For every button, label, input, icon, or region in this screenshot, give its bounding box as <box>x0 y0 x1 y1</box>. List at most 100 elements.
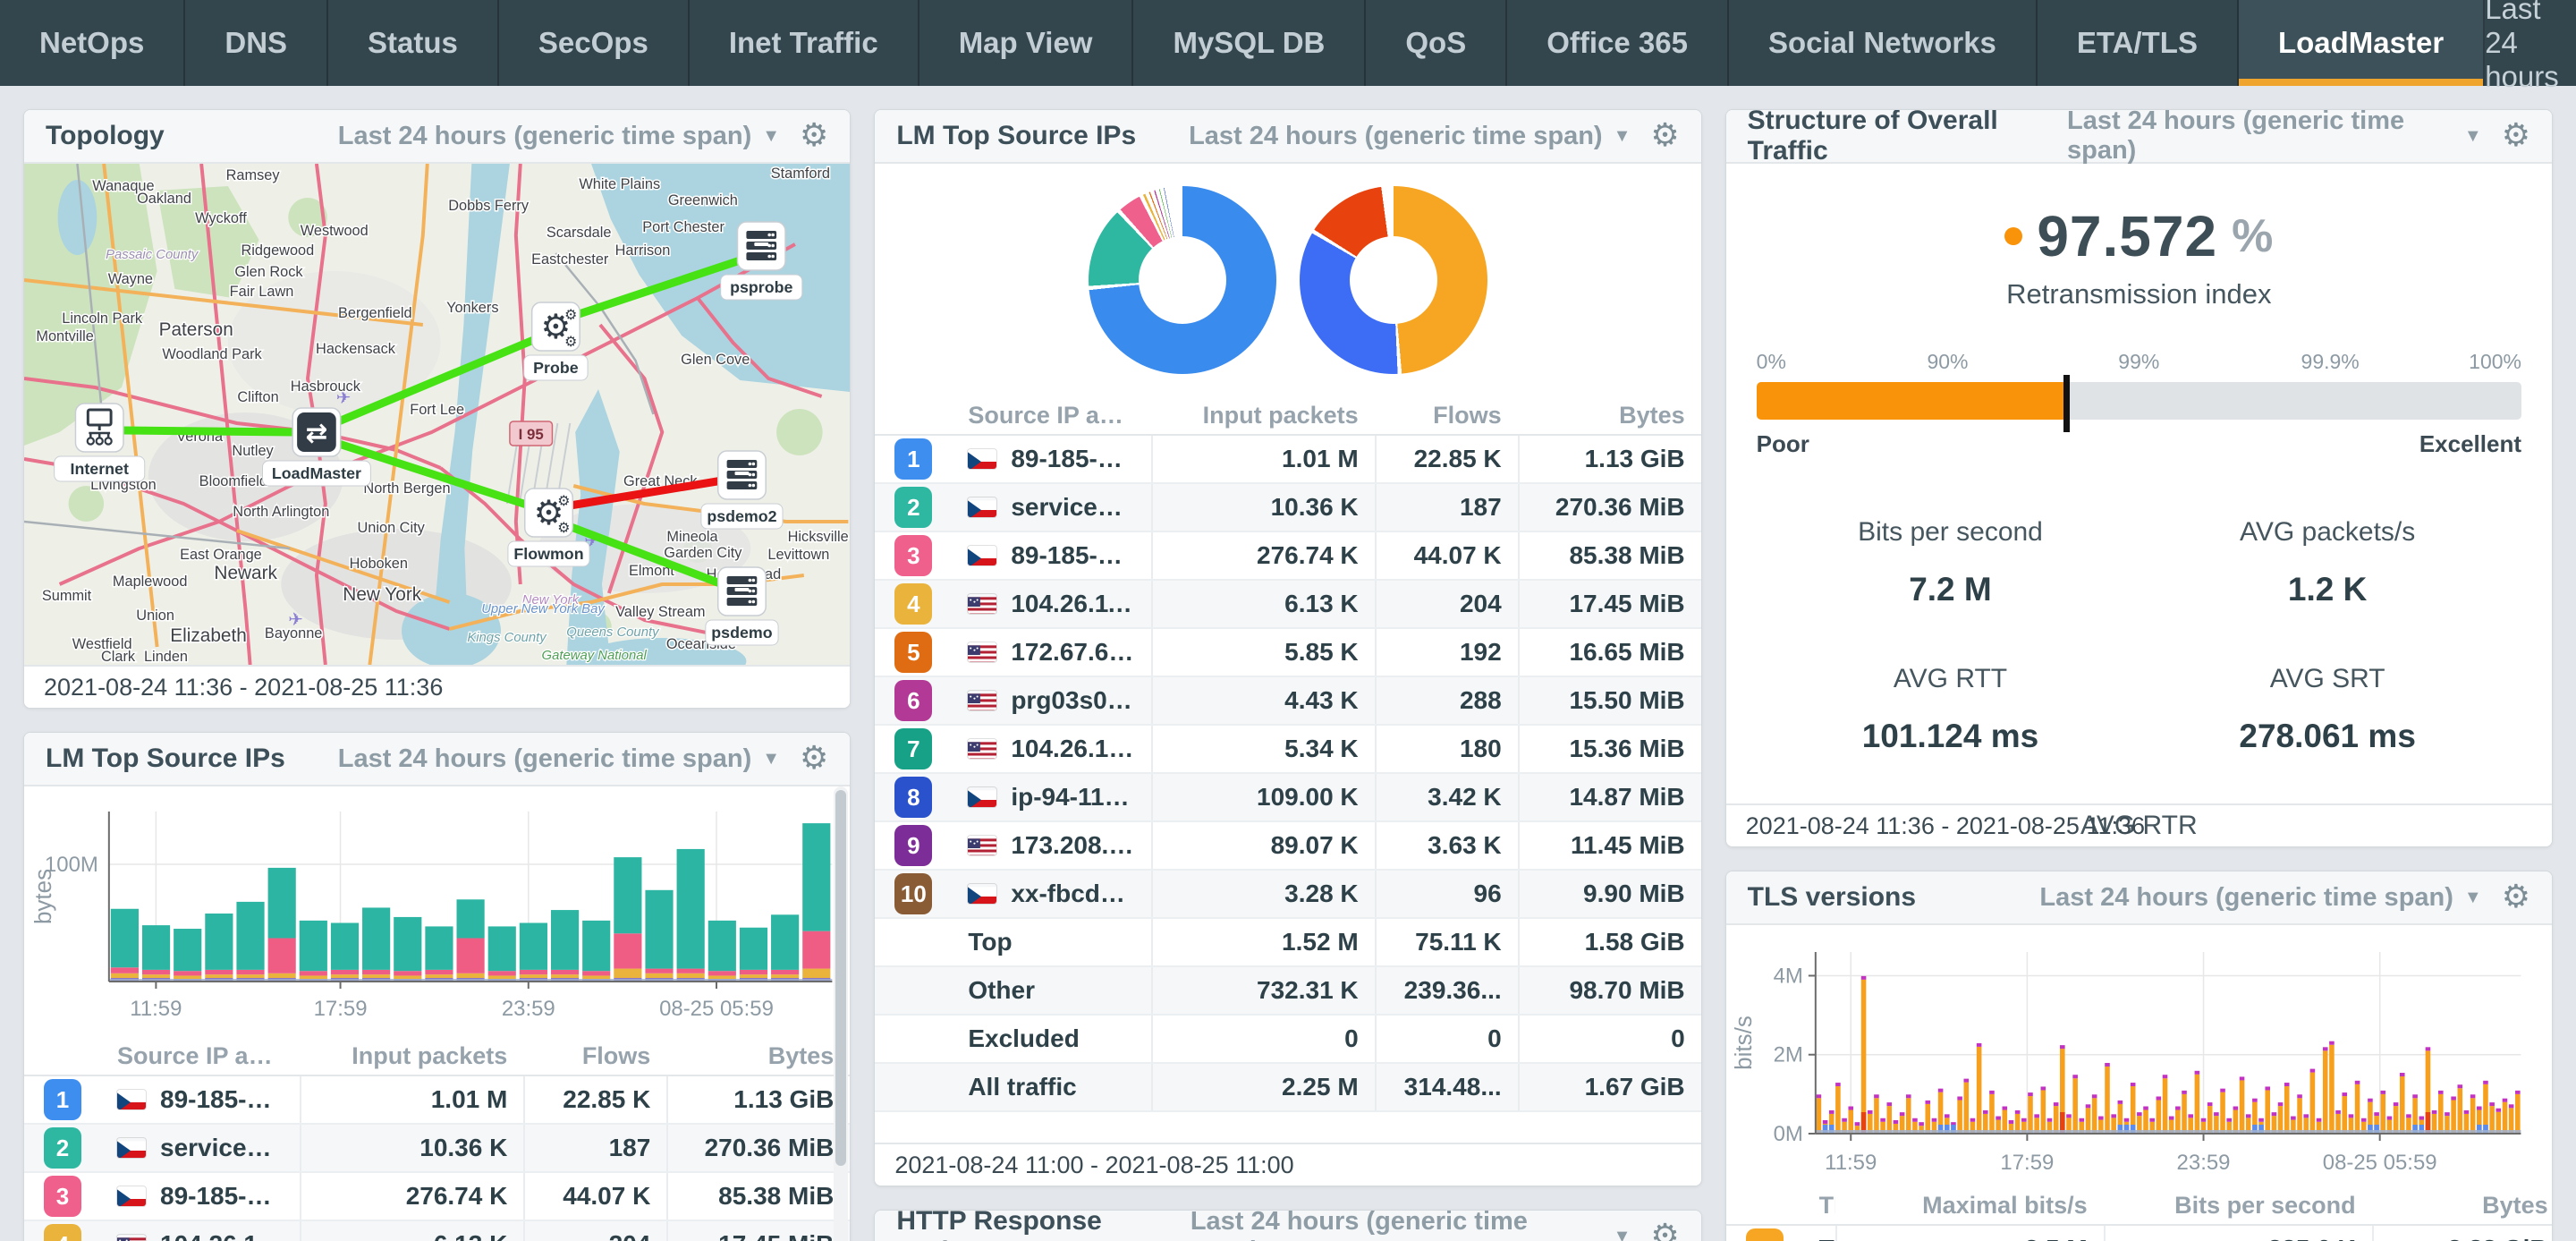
table-row[interactable]: 5172.67.69.2085.85 K19216.65 MiB <box>875 629 1700 677</box>
gauge-poor-label: Poor <box>1757 430 1809 458</box>
table-row[interactable]: 7104.26.10.2295.34 K18015.36 MiB <box>875 726 1700 774</box>
nav-tab-qos[interactable]: QoS <box>1366 0 1507 86</box>
nav-tab-map-view[interactable]: Map View <box>919 0 1134 86</box>
time-span-dropdown[interactable]: Last 24 hours (generic time span) ▼ <box>338 744 780 774</box>
flows: 204 <box>1375 581 1518 627</box>
time-span-dropdown[interactable]: Last 24 hours (generic time span) ▼ <box>1191 1210 1631 1241</box>
table-row[interactable]: 2services.invea.com10.36 K187270.36 MiB <box>24 1125 850 1173</box>
http-response-codes-panel: HTTP Response Codes Last 24 hours (gener… <box>874 1210 1701 1241</box>
panel-scrollbar[interactable] <box>834 786 848 1241</box>
svg-text:Queens County: Queens County <box>566 625 660 640</box>
panel-settings-icon[interactable]: ⚙ <box>2502 120 2530 152</box>
stat-value: 7.2 M <box>1762 571 2140 608</box>
map-city-label: Ridgewood <box>241 242 314 259</box>
map-city-label: New York <box>343 584 421 605</box>
rank-badge: 1 <box>894 438 932 480</box>
summary-row[interactable]: Excluded000 <box>875 1016 1700 1064</box>
gauge-tick-label: 100% <box>2469 350 2521 374</box>
map-city-label: Ramsey <box>226 167 281 183</box>
summary-label: Other <box>952 976 1150 1005</box>
node-label: Internet <box>71 460 129 478</box>
time-span-dropdown[interactable]: Last 24 hours (generic time span) ▼ <box>2067 109 2482 166</box>
map-city-label: Levittown <box>767 547 829 563</box>
table-row[interactable]: 2services.invea.com10.36 K187270.36 MiB <box>875 484 1700 532</box>
nav-tab-netops[interactable]: NetOps <box>0 0 185 86</box>
map-city-label: Hasbrouck <box>291 378 361 395</box>
time-span-dropdown[interactable]: Last 24 hours (generic time span) ▼ <box>1189 122 1631 151</box>
table-row[interactable]: 189-185-224-81.static.masterinter.net1.0… <box>24 1076 850 1125</box>
panel-settings-icon[interactable]: ⚙ <box>2502 881 2530 914</box>
panel-settings-icon[interactable]: ⚙ <box>1650 1220 1679 1241</box>
map-city-label: Eastchester <box>531 251 609 268</box>
topology-map[interactable]: I 95✈✈✈Passaic CountyNew YorkQueens Coun… <box>24 164 850 665</box>
flows: 192 <box>1375 629 1518 676</box>
svg-text:08-25 05:59: 08-25 05:59 <box>2322 1151 2436 1175</box>
cz-flag-icon <box>968 887 996 904</box>
chevron-down-icon: ▼ <box>2464 888 2482 908</box>
chevron-down-icon: ▼ <box>1614 126 1631 147</box>
map-city-label: White Plains <box>579 176 660 192</box>
time-span-dropdown[interactable]: Last 24 hours (generic time span) ▼ <box>338 122 780 151</box>
map-city-label: Fort Lee <box>410 402 464 418</box>
table-row[interactable]: 389-185-224-82.static.masterinter.net276… <box>24 1173 850 1221</box>
stat-label: Bits per second <box>1762 517 2140 548</box>
summary-row[interactable]: Other732.31 K239.36...98.70 MiB <box>875 967 1700 1016</box>
gauge-tick-label: 99% <box>2118 350 2159 374</box>
time-span-label: Last 24 hours (generic time span) <box>338 122 752 151</box>
nav-tab-secops[interactable]: SecOps <box>499 0 690 86</box>
flows: 204 <box>523 1221 666 1241</box>
bits-per-second: 385.6 K <box>2104 1226 2372 1241</box>
bytes: 0 <box>1518 1016 1701 1062</box>
svg-text:11:59: 11:59 <box>130 997 182 1021</box>
input-packets: 1.52 M <box>1151 919 1375 965</box>
input-packets: 89.07 K <box>1151 822 1375 869</box>
orange-dot-icon <box>2004 227 2022 245</box>
nav-tab-mysql-db[interactable]: MySQL DB <box>1133 0 1366 86</box>
table-row[interactable]: 1TLS 1.23.5 M385.6 K3.88 GiB <box>1726 1226 2552 1241</box>
summary-row[interactable]: Top1.52 M75.11 K1.58 GiB <box>875 919 1700 967</box>
summary-label: Excluded <box>952 1024 1150 1053</box>
donut-charts <box>875 164 1700 396</box>
host-name: 89-185-224-82.static.masterinter.net <box>1011 541 1134 570</box>
nav-tab-loadmaster[interactable]: LoadMaster <box>2239 0 2485 86</box>
nav-tab-inet-traffic[interactable]: Inet Traffic <box>690 0 919 86</box>
traffic-stats: Bits per second7.2 MAVG packets/s1.2 KAV… <box>1762 517 2516 847</box>
scrollbar-thumb[interactable] <box>835 790 846 1166</box>
topology-panel-header: Topology Last 24 hours (generic time spa… <box>24 110 850 164</box>
map-node-probe[interactable]: ⚙⚙⚙Probe <box>524 302 588 380</box>
global-time-range-label: Last 24 hours <box>2485 0 2576 94</box>
panel-header: TLS versions Last 24 hours (generic time… <box>1726 871 2552 925</box>
gauge-excellent-label: Excellent <box>2419 430 2521 458</box>
nav-tab-dns[interactable]: DNS <box>185 0 328 86</box>
svg-text:⚙: ⚙ <box>564 333 577 350</box>
map-city-label: Mineola <box>666 529 718 545</box>
middle-column: LM Top Source IPs Last 24 hours (generic… <box>874 109 1701 1241</box>
table-row[interactable]: 6prg03s06-in-f3.1e100.net4.43 K28815.50 … <box>875 677 1700 726</box>
table-row[interactable]: 4104.26.11.2296.13 K20417.45 MiB <box>875 581 1700 629</box>
panel-settings-icon[interactable]: ⚙ <box>1650 120 1679 152</box>
svg-text:23:59: 23:59 <box>502 997 555 1021</box>
time-span-dropdown[interactable]: Last 24 hours (generic time span) ▼ <box>2039 883 2481 913</box>
nav-tab-office-365[interactable]: Office 365 <box>1507 0 1729 86</box>
cz-flag-icon <box>968 452 996 469</box>
right-column: Structure of Overall Traffic Last 24 hou… <box>1725 109 2553 1241</box>
global-time-range-dropdown[interactable]: Last 24 hours ▾ <box>2485 0 2576 94</box>
nav-tab-social-networks[interactable]: Social Networks <box>1729 0 2038 86</box>
time-span-label: Last 24 hours (generic time span) <box>338 744 752 774</box>
table-row[interactable]: 4104.26.11.2296.13 K20417.45 MiB <box>24 1221 850 1241</box>
table-row[interactable]: 9173.208.173.24689.07 K3.63 K11.45 MiB <box>875 822 1700 871</box>
table-row[interactable]: 189-185-224-81.static.masterinter.net1.0… <box>875 436 1700 484</box>
table-row[interactable]: 10xx-fbcdn-shv-01-prg1.fbcdn.net3.28 K96… <box>875 871 1700 919</box>
bytes: 16.65 MiB <box>1518 629 1701 676</box>
panel-settings-icon[interactable]: ⚙ <box>800 120 828 152</box>
topology-link[interactable] <box>123 430 294 432</box>
bytes-donut-chart <box>1089 186 1276 374</box>
panel-settings-icon[interactable]: ⚙ <box>800 743 828 775</box>
input-packets: 732.31 K <box>1151 967 1375 1014</box>
summary-row[interactable]: All traffic2.25 M314.48...1.67 GiB <box>875 1064 1700 1112</box>
nav-tab-eta-tls[interactable]: ETA/TLS <box>2038 0 2239 86</box>
nav-tab-status[interactable]: Status <box>328 0 499 86</box>
table-row[interactable]: 8ip-94-112-227-62.net.upcbroadband.cz109… <box>875 774 1700 822</box>
flows: 314.48... <box>1375 1064 1518 1110</box>
table-row[interactable]: 389-185-224-82.static.masterinter.net276… <box>875 532 1700 581</box>
